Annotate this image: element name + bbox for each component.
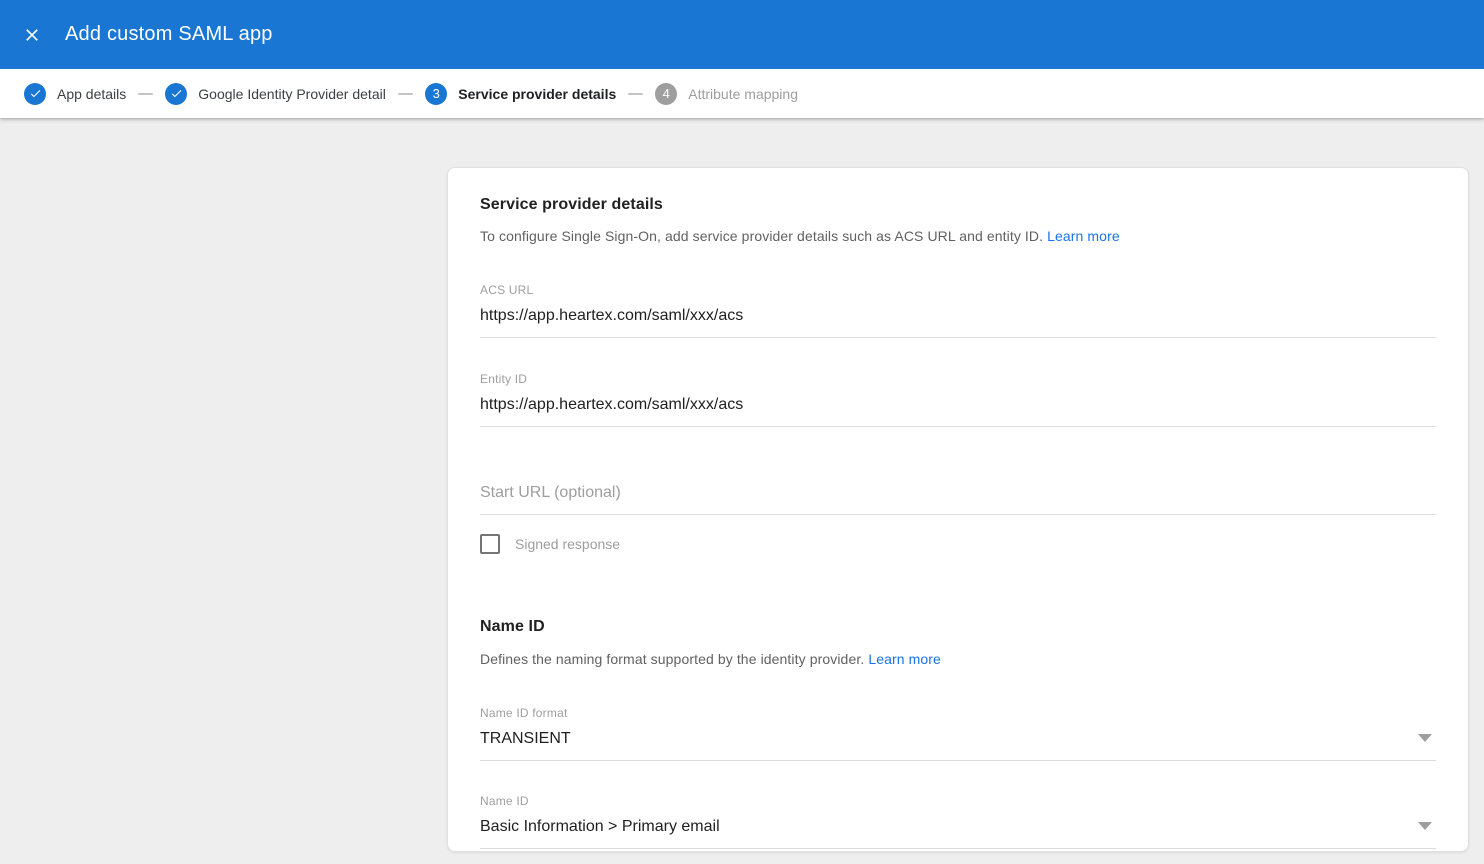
description-text: Defines the naming format supported by t… — [480, 651, 864, 667]
entity-id-field: Entity ID — [480, 372, 1436, 427]
step-connector — [398, 93, 413, 95]
signed-response-label: Signed response — [515, 536, 620, 552]
name-id-format-select[interactable]: Name ID format TRANSIENT — [480, 706, 1436, 761]
step-connector — [628, 93, 643, 95]
entity-id-input[interactable] — [480, 396, 1436, 427]
name-id-section-title: Name ID — [480, 618, 1436, 636]
stepper-step-service-provider-details[interactable]: 3 Service provider details — [425, 83, 616, 105]
acs-url-label: ACS URL — [480, 283, 1436, 297]
dialog-title: Add custom SAML app — [65, 23, 273, 46]
signed-response-checkbox[interactable] — [480, 534, 500, 554]
card-section-description: To configure Single Sign-On, add service… — [480, 228, 1436, 244]
learn-more-link[interactable]: Learn more — [868, 651, 941, 667]
step-label: App details — [57, 86, 126, 102]
step-completed-check-icon — [24, 83, 46, 105]
learn-more-link[interactable]: Learn more — [1047, 228, 1120, 244]
step-number-badge: 3 — [425, 83, 447, 105]
name-id-format-label: Name ID format — [480, 706, 1436, 720]
step-label: Google Identity Provider details — [198, 86, 386, 102]
add-custom-saml-app-dialog: Add custom SAML app App details Google I… — [0, 0, 1484, 864]
start-url-input[interactable] — [480, 484, 1436, 515]
close-button[interactable] — [20, 23, 44, 47]
step-number-badge: 4 — [655, 83, 677, 105]
stepper-step-app-details[interactable]: App details — [24, 83, 126, 105]
service-provider-details-card: Service provider details To configure Si… — [447, 167, 1469, 852]
start-url-field — [480, 484, 1436, 515]
step-label: Attribute mapping — [688, 86, 798, 102]
stepper-step-attribute-mapping[interactable]: 4 Attribute mapping — [655, 83, 798, 105]
name-id-label: Name ID — [480, 794, 1436, 808]
step-connector — [138, 93, 153, 95]
wizard-stepper: App details Google Identity Provider det… — [0, 69, 1484, 118]
name-id-value: Basic Information > Primary email — [480, 818, 1436, 849]
name-id-format-value: TRANSIENT — [480, 730, 1436, 761]
stepper-step-google-idp-details[interactable]: Google Identity Provider details — [165, 83, 386, 105]
signed-response-row[interactable]: Signed response — [480, 534, 1436, 554]
name-id-section-description: Defines the naming format supported by t… — [480, 651, 1436, 667]
close-icon — [22, 25, 42, 45]
step-label: Service provider details — [458, 86, 616, 102]
acs-url-field: ACS URL — [480, 283, 1436, 338]
chevron-down-icon — [1418, 734, 1432, 742]
name-id-select[interactable]: Name ID Basic Information > Primary emai… — [480, 794, 1436, 849]
chevron-down-icon — [1418, 822, 1432, 830]
card-section-title: Service provider details — [480, 196, 1436, 214]
acs-url-input[interactable] — [480, 307, 1436, 338]
dialog-header: Add custom SAML app — [0, 0, 1484, 69]
step-completed-check-icon — [165, 83, 187, 105]
description-text: To configure Single Sign-On, add service… — [480, 228, 1043, 244]
entity-id-label: Entity ID — [480, 372, 1436, 386]
